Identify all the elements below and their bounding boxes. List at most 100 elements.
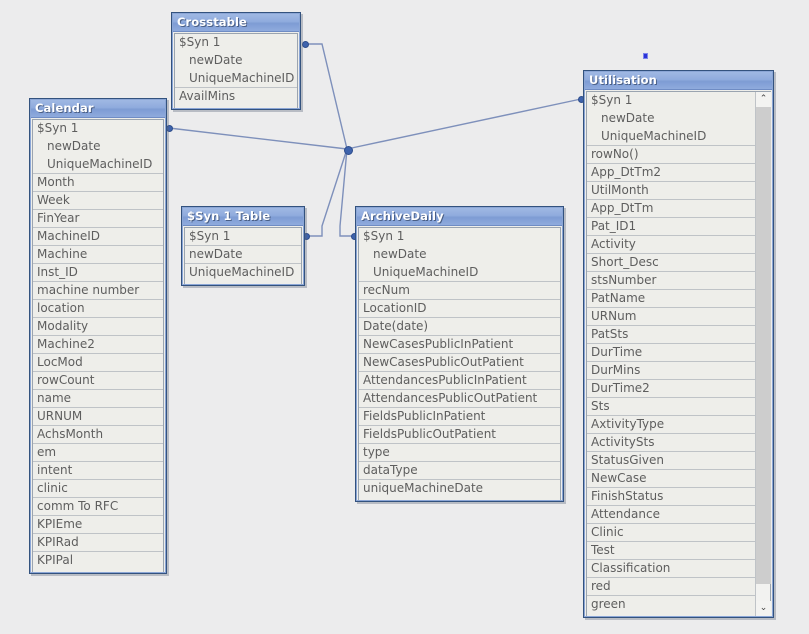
field-row[interactable]: newDate [185,246,301,264]
field-row[interactable]: KPIRad [33,534,163,552]
field-row[interactable]: Classification [587,560,755,578]
field-row[interactable]: green [587,596,755,614]
node-crosstable-port[interactable] [302,41,309,48]
field-row[interactable]: Pat_ID1 [587,218,755,236]
scroll-down-arrow-icon[interactable]: ⌄ [756,601,771,616]
field-row[interactable]: StatusGiven [587,452,755,470]
field-row[interactable]: Machine [33,246,163,264]
table-viewer-canvas[interactable]: Crosstable $Syn 1 newDate UniqueMachineID Av… [0,0,809,634]
field-row[interactable]: stsNumber [587,272,755,290]
field-row[interactable]: Activity [587,236,755,254]
table-utilisation[interactable]: Utilisation $Syn 1 newDate UniqueMachineID r… [583,70,774,618]
field-row[interactable]: AvailMins [175,88,297,106]
field-syn-member[interactable]: UniqueMachineID [175,70,297,88]
field-row[interactable]: Date(date) [359,318,560,336]
field-rows: $Syn 1 newDate UniqueMachineID [185,228,301,282]
field-row[interactable]: rowCount [33,372,163,390]
scroll-up-arrow-icon[interactable]: ⌃ [756,92,771,107]
table-archivedaily[interactable]: ArchiveDaily $Syn 1 newDate UniqueMachineID… [355,206,564,502]
field-row[interactable]: App_DtTm2 [587,164,755,182]
table-title-crosstable[interactable]: Crosstable [173,14,299,32]
field-row[interactable]: UtilMonth [587,182,755,200]
table-title-archivedaily[interactable]: ArchiveDaily [357,208,562,226]
field-syn-member[interactable]: UniqueMachineID [359,264,560,282]
table-title-utilisation[interactable]: Utilisation [585,72,772,90]
field-row[interactable]: Month [33,174,163,192]
field-row[interactable]: NewCasesPublicOutPatient [359,354,560,372]
field-row[interactable]: Week [33,192,163,210]
field-row[interactable]: MachineID [33,228,163,246]
field-row[interactable]: AttendancesPublicInPatient [359,372,560,390]
field-row[interactable]: red [587,578,755,596]
stray-selection-marker [643,53,648,59]
field-rows: $Syn 1 newDate UniqueMachineID rowNo() App_D… [587,92,755,614]
field-row[interactable]: LocationID [359,300,560,318]
field-syn-member[interactable]: UniqueMachineID [33,156,163,174]
field-row[interactable]: PatSts [587,326,755,344]
field-row[interactable]: DurMins [587,362,755,380]
link-calendar-to-hub [168,127,348,150]
field-row[interactable]: URNum [587,308,755,326]
field-row[interactable]: App_DtTm [587,200,755,218]
table-calendar[interactable]: Calendar $Syn 1 newDate UniqueMachineID Mont… [29,98,167,574]
field-row[interactable]: FinYear [33,210,163,228]
field-row[interactable]: PatName [587,290,755,308]
field-row[interactable]: Inst_ID [33,264,163,282]
field-row[interactable]: Short_Desc [587,254,755,272]
field-row[interactable]: DurTime2 [587,380,755,398]
table-title-syn1table[interactable]: $Syn 1 Table [183,208,303,226]
field-row[interactable]: AxtivityType [587,416,755,434]
field-row[interactable]: em [33,444,163,462]
field-row[interactable]: NewCasesPublicInPatient [359,336,560,354]
field-row[interactable]: ActivitySts [587,434,755,452]
field-row[interactable]: Modality [33,318,163,336]
field-row[interactable]: Sts [587,398,755,416]
field-syn-member[interactable]: UniqueMachineID [587,128,755,146]
field-row[interactable]: FieldsPublicOutPatient [359,426,560,444]
field-row[interactable]: UniqueMachineID [185,264,301,282]
field-row[interactable]: FinishStatus [587,488,755,506]
field-row[interactable]: rowNo() [587,146,755,164]
field-row[interactable]: recNum [359,282,560,300]
field-row[interactable]: clinic [33,480,163,498]
field-row[interactable]: $Syn 1 [185,228,301,246]
field-row[interactable]: comm To RFC [33,498,163,516]
field-row[interactable]: machine number [33,282,163,300]
field-row[interactable]: FieldsPublicInPatient [359,408,560,426]
field-row[interactable]: location [33,300,163,318]
field-row[interactable]: Clinic [587,524,755,542]
field-row[interactable]: name [33,390,163,408]
field-syn-key[interactable]: $Syn 1 [587,92,755,110]
field-syn-member[interactable]: newDate [359,246,560,264]
field-syn-member[interactable]: newDate [175,52,297,70]
field-row[interactable]: DurTime [587,344,755,362]
field-row[interactable]: type [359,444,560,462]
field-syn-member[interactable]: newDate [33,138,163,156]
field-row[interactable]: dataType [359,462,560,480]
field-row[interactable]: LocMod [33,354,163,372]
field-row[interactable]: intent [33,462,163,480]
field-syn-member[interactable]: newDate [587,110,755,128]
field-syn-key[interactable]: $Syn 1 [33,120,163,138]
table-title-calendar[interactable]: Calendar [31,100,165,118]
association-hub-node[interactable] [344,146,353,155]
scrollbar-thumb[interactable] [756,107,771,584]
field-row[interactable]: AchsMonth [33,426,163,444]
node-calendar-port[interactable] [166,125,173,132]
field-row[interactable]: Machine2 [33,336,163,354]
field-row[interactable]: KPIPal [33,552,163,570]
field-row[interactable]: AttendancesPublicOutPatient [359,390,560,408]
field-syn-key[interactable]: $Syn 1 [175,34,297,52]
field-row[interactable]: KPIEme [33,516,163,534]
table-syn1table[interactable]: $Syn 1 Table $Syn 1 newDate UniqueMachineID [181,206,305,286]
field-row[interactable]: NewCase [587,470,755,488]
table-crosstable[interactable]: Crosstable $Syn 1 newDate UniqueMachineID Av… [171,12,301,110]
link-utilisation-to-hub [346,98,582,150]
field-row[interactable]: uniqueMachineDate [359,480,560,498]
field-row[interactable]: URNUM [33,408,163,426]
table-frame: Utilisation $Syn 1 newDate UniqueMachineID r… [584,71,773,617]
field-row[interactable]: Test [587,542,755,560]
field-syn-key[interactable]: $Syn 1 [359,228,560,246]
field-row[interactable]: Attendance [587,506,755,524]
vertical-scrollbar[interactable]: ⌃ ⌄ [755,92,771,616]
